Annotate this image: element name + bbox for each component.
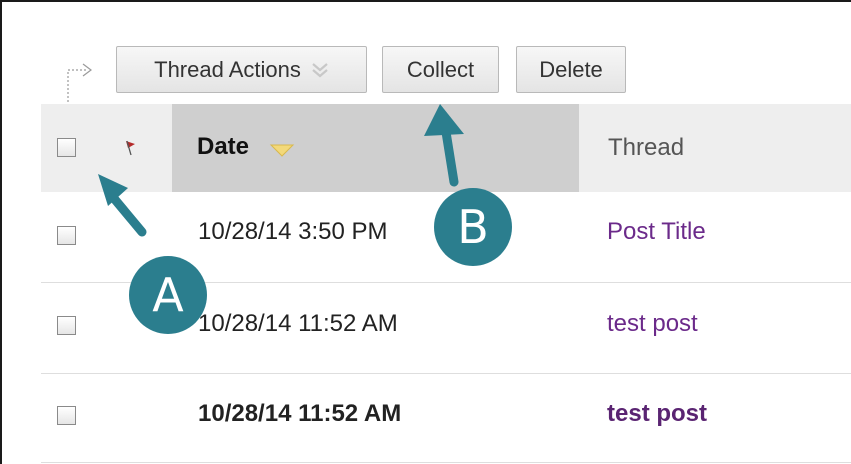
callout-a: A [129, 256, 207, 334]
row-checkbox[interactable] [57, 316, 76, 335]
row-date: 10/28/14 11:52 AM [198, 310, 398, 337]
sort-descending-icon[interactable] [269, 142, 295, 158]
thread-actions-label: Thread Actions [154, 56, 301, 82]
thread-actions-button[interactable]: Thread Actions [116, 46, 367, 93]
select-all-connector-icon [67, 63, 92, 102]
row-date: 10/28/14 11:52 AM [198, 400, 402, 427]
select-all-checkbox[interactable] [57, 138, 76, 157]
thread-link[interactable]: test post [607, 400, 707, 428]
row-checkbox[interactable] [57, 226, 76, 245]
collect-button[interactable]: Collect [382, 46, 499, 93]
row-divider [41, 373, 851, 374]
row-checkbox[interactable] [57, 406, 76, 425]
row-date: 10/28/14 3:50 PM [198, 218, 388, 245]
callout-a-arrow-icon [98, 174, 147, 237]
thread-link[interactable]: Post Title [607, 218, 706, 246]
date-column-label[interactable]: Date [197, 133, 249, 161]
row-divider [41, 462, 851, 463]
callout-b-arrow-icon [424, 104, 464, 187]
delete-button[interactable]: Delete [516, 46, 626, 93]
callout-b: B [434, 188, 512, 266]
thread-column-label[interactable]: Thread [608, 134, 684, 162]
double-chevron-down-icon [312, 62, 328, 77]
flag-icon[interactable] [121, 137, 137, 157]
thread-link[interactable]: test post [607, 310, 698, 338]
